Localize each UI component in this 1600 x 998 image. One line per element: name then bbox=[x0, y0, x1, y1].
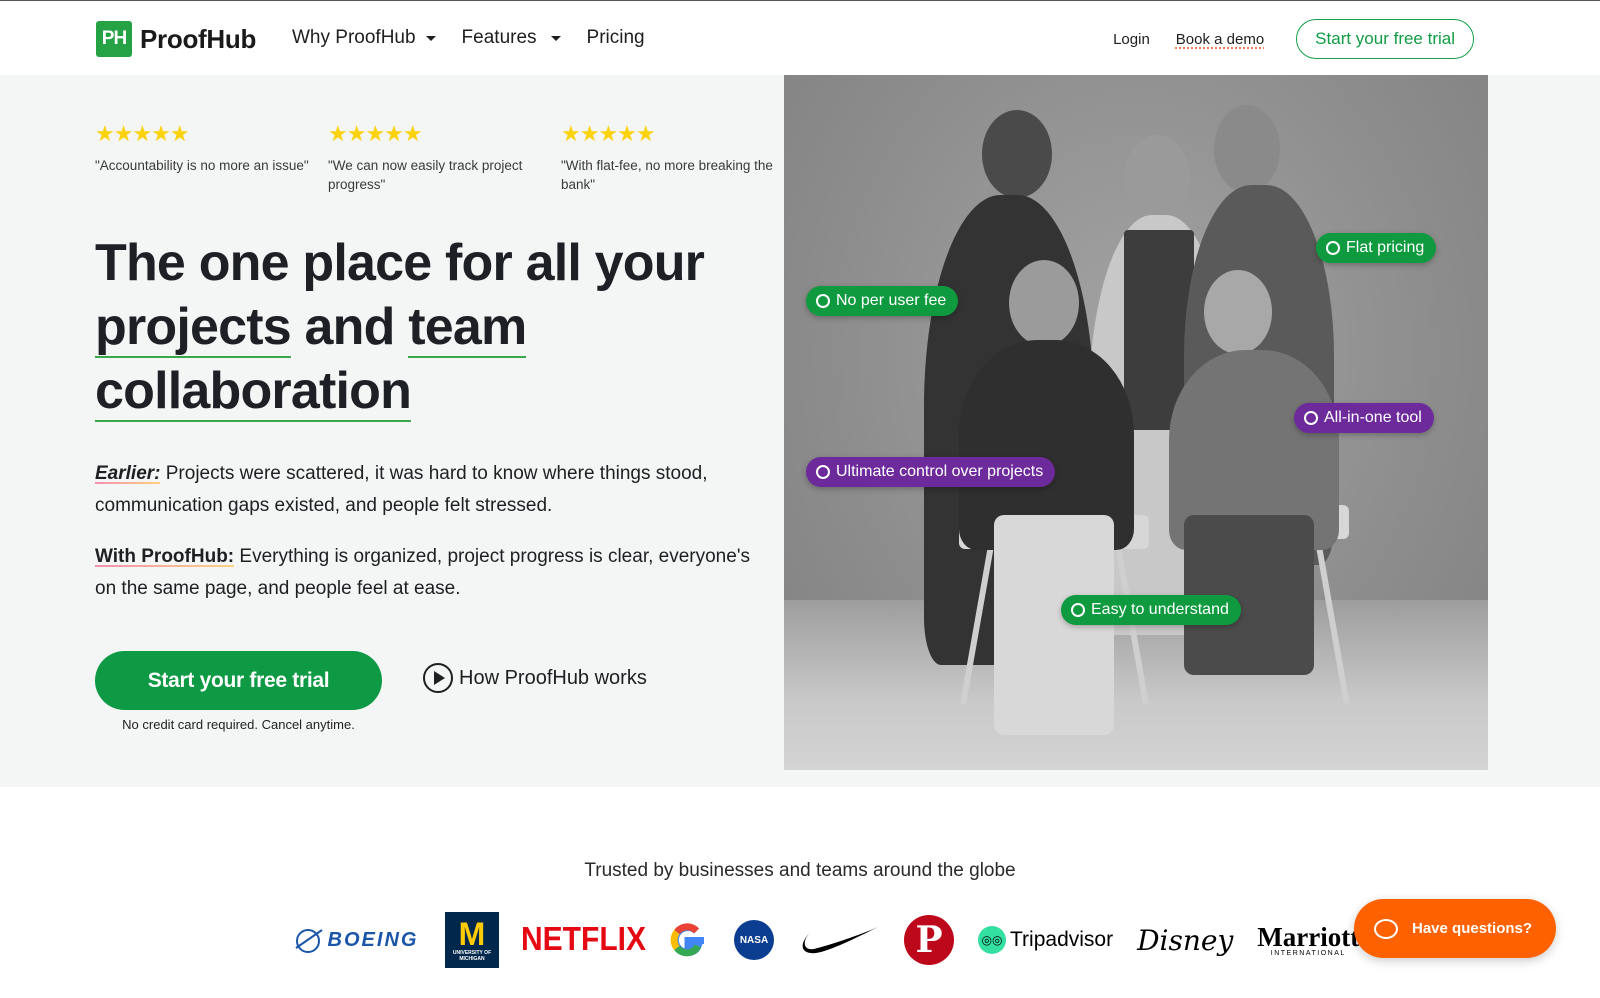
circle-icon bbox=[816, 465, 830, 479]
trusted-by-heading: Trusted by businesses and teams around t… bbox=[584, 860, 1016, 881]
disney-logo: Disney bbox=[1137, 923, 1234, 957]
hero-section: ★★★★★ "Accountability is no more an issu… bbox=[0, 75, 1600, 787]
earlier-text: Projects were scattered, it was hard to … bbox=[95, 463, 708, 516]
umich-m: M bbox=[458, 916, 486, 952]
login-link[interactable]: Login bbox=[1113, 31, 1150, 48]
review-quote: "Accountability is no more an issue" bbox=[95, 158, 309, 173]
video-link-label: How ProofHub works bbox=[459, 666, 647, 689]
nasa-logo: NASA bbox=[734, 920, 774, 960]
headline-highlight: projects bbox=[95, 298, 292, 358]
nike-swoosh-icon bbox=[802, 927, 878, 954]
hero-free-trial-button[interactable]: Start your free trial bbox=[95, 651, 382, 710]
person-head bbox=[982, 110, 1052, 198]
marriott-wordmark: Marriott bbox=[1257, 921, 1360, 952]
earlier-label: Earlier: bbox=[95, 463, 161, 484]
with-proofhub-label: With ProofHub: bbox=[95, 546, 235, 567]
badge-label: All-in-one tool bbox=[1324, 409, 1422, 426]
with-proofhub-paragraph: With ProofHub: Everything is organized, … bbox=[95, 541, 775, 605]
logo-text: ProofHub bbox=[140, 23, 257, 54]
google-g-icon bbox=[670, 923, 704, 957]
five-star-rating-icon: ★★★★★ bbox=[95, 121, 190, 146]
tripadvisor-logo: ◎◎ Tripadvisor bbox=[978, 926, 1113, 954]
person-head bbox=[1124, 135, 1190, 219]
boeing-wordmark: BOEING bbox=[327, 928, 419, 951]
boeing-globe-icon bbox=[294, 929, 323, 953]
nav-why-proofhub[interactable]: Why ProofHub bbox=[292, 27, 436, 49]
book-demo-link[interactable]: Book a demo bbox=[1176, 31, 1264, 48]
headline-text: and bbox=[290, 298, 409, 356]
badge-label: Ultimate control over projects bbox=[836, 463, 1044, 480]
circle-icon bbox=[1326, 241, 1340, 255]
badge-easy-to-understand: Easy to understand bbox=[1061, 595, 1241, 625]
headline-text: The one place for all your bbox=[95, 234, 705, 292]
badge-label: Flat pricing bbox=[1346, 239, 1425, 256]
umich-logo: M UNIVERSITY OF MICHIGAN bbox=[445, 912, 499, 968]
nav-label: Features bbox=[461, 27, 537, 48]
netflix-logo: NETFLIX bbox=[521, 921, 646, 958]
customer-logos: BOEING M UNIVERSITY OF MICHIGAN NETFLIX … bbox=[285, 912, 1359, 968]
review-card: ★★★★★ "With flat-fee, no more breaking t… bbox=[561, 122, 794, 194]
nav-features[interactable]: Features bbox=[462, 27, 561, 49]
person-head bbox=[1214, 105, 1280, 193]
review-card: ★★★★★ "Accountability is no more an issu… bbox=[95, 122, 328, 194]
person-head bbox=[1009, 260, 1079, 346]
person-head bbox=[1204, 270, 1272, 354]
review-quote: "We can now easily track project progres… bbox=[328, 158, 523, 192]
marriott-subtext: INTERNATIONAL bbox=[1270, 949, 1346, 957]
chat-label: Have questions? bbox=[1412, 920, 1533, 937]
header-actions: Login Book a demo Start your free trial bbox=[1113, 19, 1474, 59]
caret-down-icon bbox=[425, 35, 436, 41]
tripadvisor-wordmark: Tripadvisor bbox=[1010, 928, 1114, 951]
pinterest-logo: P bbox=[904, 915, 954, 965]
boeing-logo: BOEING bbox=[285, 926, 427, 954]
logo-mark-icon: PH bbox=[96, 21, 132, 57]
five-star-rating-icon: ★★★★★ bbox=[328, 121, 423, 146]
review-quote: "With flat-fee, no more breaking the ban… bbox=[561, 158, 773, 192]
badge-all-in-one-tool: All-in-one tool bbox=[1294, 403, 1434, 433]
site-header: PH ProofHub Why ProofHub Features Pricin… bbox=[0, 1, 1600, 75]
team-photo: Flat pricing No per user fee All-in-one … bbox=[784, 75, 1488, 770]
proofhub-logo[interactable]: PH ProofHub bbox=[96, 21, 256, 57]
cta-note: No credit card required. Cancel anytime. bbox=[122, 717, 355, 732]
tripadvisor-owl-icon: ◎◎ bbox=[978, 926, 1006, 954]
five-star-rating-icon: ★★★★★ bbox=[561, 121, 656, 146]
badge-ultimate-control: Ultimate control over projects bbox=[806, 457, 1056, 487]
nav-pricing[interactable]: Pricing bbox=[587, 27, 645, 49]
nav-label: Pricing bbox=[586, 27, 645, 48]
circle-icon bbox=[1071, 603, 1085, 617]
play-circle-icon bbox=[423, 663, 453, 693]
badge-no-per-user-fee: No per user fee bbox=[806, 286, 959, 316]
headline-highlight: collaboration bbox=[95, 362, 412, 422]
circle-icon bbox=[1304, 411, 1318, 425]
nike-logo bbox=[800, 925, 878, 955]
have-questions-chat-button[interactable]: Have questions? bbox=[1354, 899, 1556, 958]
reviews: ★★★★★ "Accountability is no more an issu… bbox=[95, 122, 794, 194]
earlier-paragraph: Earlier: Projects were scattered, it was… bbox=[95, 458, 775, 522]
headline-highlight: team bbox=[408, 298, 527, 358]
hero-headline: The one place for all your projects and … bbox=[95, 231, 775, 423]
badge-label: Easy to understand bbox=[1091, 601, 1229, 618]
badge-label: No per user fee bbox=[836, 292, 947, 309]
how-proofhub-works-link[interactable]: How ProofHub works bbox=[423, 663, 647, 693]
marriott-logo: Marriott INTERNATIONAL bbox=[1257, 921, 1360, 957]
caret-down-icon bbox=[550, 35, 561, 41]
nav-label: Why ProofHub bbox=[292, 27, 416, 48]
umich-subtext: UNIVERSITY OF MICHIGAN bbox=[452, 950, 492, 962]
google-logo bbox=[668, 920, 708, 960]
review-card: ★★★★★ "We can now easily track project p… bbox=[328, 122, 561, 194]
circle-icon bbox=[816, 294, 830, 308]
header-free-trial-button[interactable]: Start your free trial bbox=[1296, 19, 1474, 59]
person-legs bbox=[994, 515, 1114, 735]
chat-bubble-icon bbox=[1374, 918, 1398, 939]
badge-flat-pricing: Flat pricing bbox=[1316, 233, 1437, 263]
main-nav: Why ProofHub Features Pricing bbox=[292, 27, 645, 49]
